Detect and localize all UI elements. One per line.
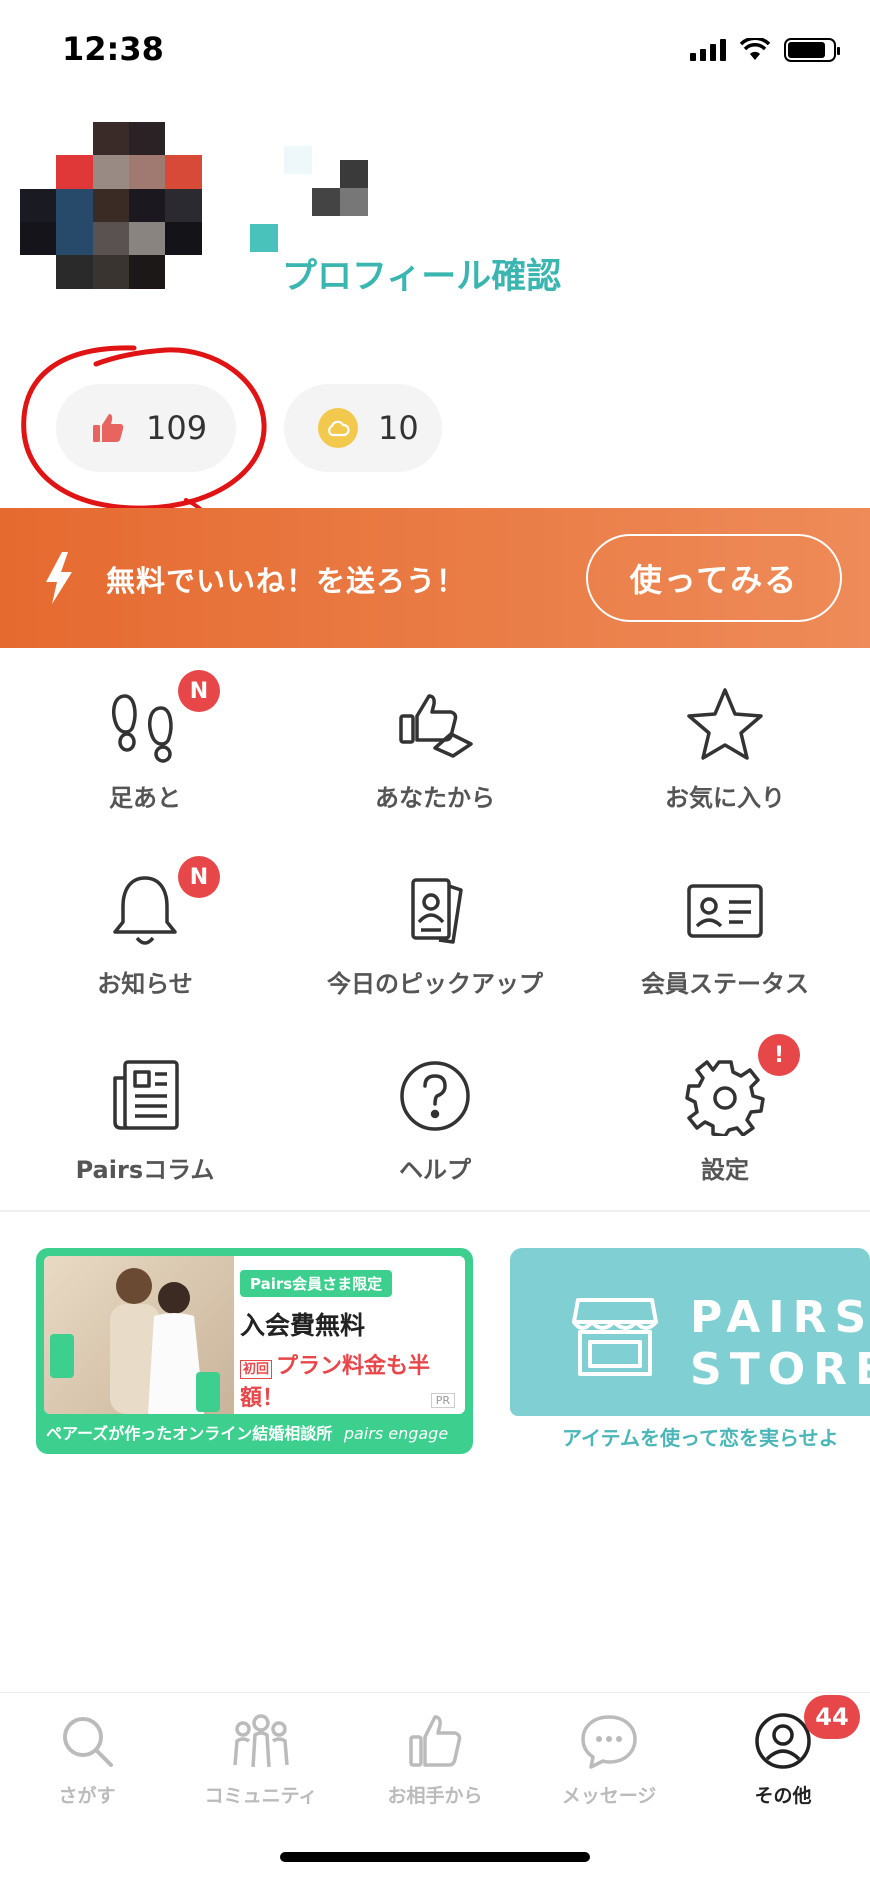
signal-icon [690, 39, 726, 61]
username-mosaic [250, 146, 370, 260]
tab-label: コミュニティ [204, 1785, 318, 1807]
menu-favorites[interactable]: お気に入り [580, 660, 870, 846]
profile-check-link[interactable]: プロフィール確認 [282, 248, 561, 299]
thumbs-up-icon [409, 1715, 462, 1767]
help-icon [400, 1061, 470, 1131]
store-promo-card[interactable]: PAIRS STORE アイテムを使って恋を実らせよ [510, 1248, 870, 1454]
points-counter[interactable]: 10 [284, 384, 442, 472]
menu-label: 今日のピックアップ [327, 970, 543, 998]
menu-label: お知らせ [97, 970, 193, 998]
status-bar: 12:38 [0, 0, 870, 100]
wifi-icon [740, 38, 770, 60]
members-only-tag: Pairs会員さま限定 [240, 1270, 393, 1297]
menu-settings[interactable]: ! 設定 [580, 1032, 870, 1218]
community-icon [233, 1714, 289, 1768]
tab-community[interactable]: コミュニティ [174, 1711, 348, 1821]
status-icons [690, 38, 840, 62]
free-like-banner[interactable]: 無料でいいね！を送ろう！ 使ってみる [0, 508, 870, 648]
star-icon [687, 688, 763, 760]
tab-label: メッセージ [561, 1785, 657, 1807]
gear-icon [685, 1060, 765, 1136]
try-button[interactable]: 使ってみる [586, 534, 842, 622]
tab-label: お相手から [387, 1785, 483, 1807]
store-footer: アイテムを使って恋を実らせよ [562, 1426, 839, 1450]
pr-label: PR [430, 1393, 455, 1408]
store-banner: PAIRS STORE [510, 1248, 870, 1416]
couple-photo [44, 1256, 234, 1414]
menu-label: お気に入り [665, 784, 785, 812]
engage-footer: ペアーズが作ったオンライン結婚相談所 pairs engage [46, 1424, 449, 1443]
engage-promo-card[interactable]: Pairs会員さま限定 入会費無料 初回 プラン料金も半額！ PR ペアーズが作っ… [36, 1248, 473, 1454]
thumbs-up-icon [93, 414, 124, 442]
likes-counter[interactable]: 109 [56, 384, 236, 472]
footprints-new-badge: N [178, 670, 220, 712]
banner-text: 無料でいいね！を送ろう！ [106, 564, 467, 598]
tab-likes-received[interactable]: お相手から [348, 1711, 522, 1821]
tab-more[interactable]: 44 その他 [696, 1695, 870, 1821]
menu-column[interactable]: Pairsコラム [0, 1032, 290, 1218]
menu-label: 足あと [109, 784, 181, 812]
engage-card-inner: Pairs会員さま限定 入会費無料 初回 プラン料金も半額！ PR [44, 1256, 465, 1414]
first-time-label: 初回 [240, 1359, 273, 1379]
bell-icon [113, 876, 177, 945]
search-icon [63, 1717, 113, 1767]
settings-alert-badge: ! [758, 1034, 800, 1076]
menu-label: 会員ステータス [641, 970, 809, 998]
tab-label: その他 [754, 1785, 812, 1807]
footprints-icon [111, 694, 173, 763]
menu-label: あなたから [375, 784, 495, 812]
engage-headline: 入会費無料 [240, 1311, 366, 1340]
menu-member-status[interactable]: 会員ステータス [580, 846, 870, 1032]
tab-messages[interactable]: メッセージ [522, 1711, 696, 1821]
menu-from-you[interactable]: あなたから [290, 660, 580, 846]
profile-cards-icon [411, 878, 463, 944]
thumbs-up-send-icon [399, 694, 473, 758]
lightning-icon [46, 552, 72, 604]
menu-pickup[interactable]: 今日のピックアップ [290, 846, 580, 1032]
section-divider [0, 1210, 870, 1212]
menu-footprints[interactable]: N 足あと [0, 660, 290, 846]
likes-count: 109 [146, 409, 208, 447]
home-indicator [280, 1852, 590, 1862]
tab-search[interactable]: さがす [0, 1711, 174, 1821]
tab-label: さがす [58, 1785, 116, 1807]
notifications-new-badge: N [178, 856, 220, 898]
more-count-badge: 44 [804, 1695, 860, 1739]
menu-grid: N 足あと あなたから お気に入り N お知らせ 今日のピックアップ 会員ステー… [0, 660, 870, 1208]
battery-icon [784, 38, 840, 62]
menu-label: 設定 [701, 1156, 749, 1184]
id-card-icon [687, 884, 763, 938]
menu-label: ヘルプ [399, 1156, 471, 1184]
menu-notifications[interactable]: N お知らせ [0, 846, 290, 1032]
newspaper-icon [113, 1060, 179, 1130]
store-title: PAIRS STORE [690, 1292, 870, 1395]
menu-label: Pairsコラム [75, 1156, 215, 1184]
avatar[interactable] [20, 122, 238, 322]
message-icon [581, 1715, 637, 1769]
cloud-coin-icon [318, 408, 358, 448]
engage-logo: pairs engage [343, 1424, 449, 1443]
shop-icon [572, 1298, 658, 1376]
status-time: 12:38 [62, 30, 164, 68]
points-count: 10 [378, 409, 419, 447]
menu-help[interactable]: ヘルプ [290, 1032, 580, 1218]
